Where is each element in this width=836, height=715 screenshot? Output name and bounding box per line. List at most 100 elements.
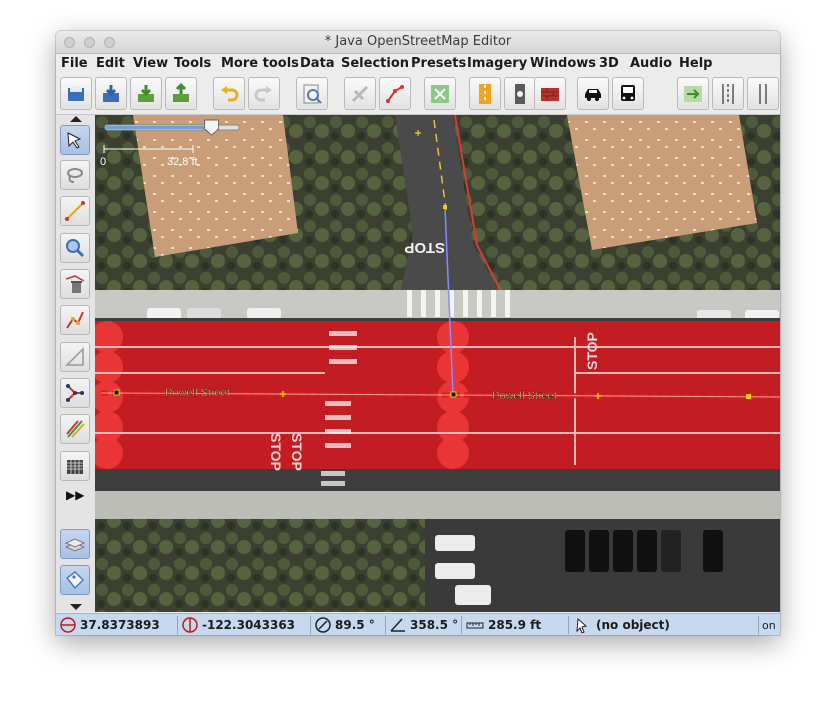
osm-node-intersection[interactable]	[450, 391, 457, 398]
distance-value: 285.9 ft	[488, 618, 542, 632]
menu-data[interactable]: Data	[300, 56, 335, 71]
menu-bar: File Edit View Tools More tools Data Sel…	[56, 54, 780, 74]
map-view[interactable]: STOP STOP STOP STOP Powell Street Powell…	[95, 115, 780, 612]
menu-imagery[interactable]: Imagery	[467, 56, 527, 71]
status-object: (no object)	[574, 616, 744, 634]
marking-stop-west-2: STOP	[289, 433, 305, 471]
heading-value: 89.5 °	[335, 618, 375, 632]
pointer-object-icon	[576, 617, 588, 633]
road-icon	[479, 83, 491, 104]
car-preset-button[interactable]	[577, 77, 609, 110]
status-divider	[177, 616, 178, 634]
download-data-button[interactable]	[95, 77, 127, 110]
menu-audio[interactable]: Audio	[630, 56, 672, 71]
scale-bar-start-label: 0	[100, 156, 106, 168]
node-graph-button[interactable]	[60, 378, 90, 408]
parallel-tool-button[interactable]	[60, 342, 90, 372]
split-way-button[interactable]	[677, 77, 709, 110]
satellite-button[interactable]	[344, 77, 376, 110]
open-file-button[interactable]	[60, 77, 92, 110]
menu-help[interactable]: Help	[679, 56, 712, 71]
node-graph-icon	[66, 384, 84, 402]
status-heading: 89.5 °	[315, 616, 385, 634]
status-divider	[758, 616, 759, 634]
menu-edit[interactable]: Edit	[96, 56, 125, 71]
color-line-button[interactable]	[60, 414, 90, 444]
improve-way-button[interactable]	[60, 305, 90, 335]
map-canvas[interactable]: STOP STOP STOP STOP Powell Street Powell…	[95, 115, 780, 612]
status-latitude: 37.8373893	[60, 616, 178, 634]
redo-icon	[254, 85, 272, 101]
building-west	[133, 115, 298, 257]
angle-icon	[390, 618, 405, 632]
buildings-tool-button[interactable]	[60, 451, 90, 481]
osm-node-east[interactable]	[746, 394, 751, 399]
menu-selection[interactable]: Selection	[341, 56, 409, 71]
fit-icon	[431, 84, 449, 103]
zoom-slider-fill	[106, 126, 212, 129]
tool-sidebar: ▶▶	[56, 115, 96, 612]
wireframe-button[interactable]	[379, 77, 411, 110]
parallel-icon	[65, 347, 84, 366]
window-title: * Java OpenStreetMap Editor	[324, 34, 512, 49]
tags-icon	[65, 571, 85, 590]
lasso-icon	[67, 168, 83, 183]
sidebar-more-arrows[interactable]: ▶▶	[66, 488, 84, 502]
parallel-lines-button[interactable]	[747, 77, 779, 110]
menu-more-tools[interactable]: More tools	[221, 56, 299, 71]
lasso-tool-button[interactable]	[60, 160, 90, 190]
marking-stop-side-street: STOP	[404, 239, 445, 256]
color-line-icon	[66, 420, 85, 438]
zoom-tool-icon	[66, 239, 85, 258]
select-tool-button[interactable]	[60, 125, 90, 155]
bus-preset-button[interactable]	[612, 77, 644, 110]
menu-view[interactable]: View	[133, 56, 168, 71]
ruler-icon	[466, 622, 484, 629]
angle-value: 358.5 °	[410, 618, 459, 632]
heading-icon	[315, 617, 331, 633]
improve-way-icon	[66, 311, 84, 329]
street-label-powell-east: Powell Street	[492, 390, 557, 402]
fit-view-button[interactable]	[424, 77, 456, 110]
latitude-icon	[60, 617, 76, 633]
layers-panel-button[interactable]	[60, 529, 90, 559]
zoom-tool-button[interactable]	[60, 233, 90, 263]
tags-panel-button[interactable]	[60, 565, 90, 595]
draw-tool-button[interactable]	[60, 196, 90, 226]
status-extra: on	[762, 618, 776, 632]
menu-file[interactable]: File	[61, 56, 88, 71]
sidebar-scroll-up[interactable]	[70, 116, 82, 122]
main-toolbar	[56, 74, 780, 115]
traffic-signal-preset-button[interactable]	[504, 77, 536, 110]
lanes-button[interactable]	[712, 77, 744, 110]
preferences-button[interactable]	[296, 77, 328, 110]
undo-button[interactable]	[213, 77, 245, 110]
menu-windows[interactable]: Windows	[530, 56, 596, 71]
bus-icon	[621, 84, 635, 101]
menu-presets[interactable]: Presets	[411, 56, 466, 71]
osm-node-west[interactable]	[113, 389, 120, 396]
lane-icon	[722, 83, 734, 104]
south-sidewalk	[95, 491, 780, 519]
upload-data-button[interactable]	[165, 77, 197, 110]
redo-button[interactable]	[248, 77, 280, 110]
object-value: (no object)	[596, 618, 670, 632]
menu-3d[interactable]: 3D	[599, 56, 619, 71]
menu-tools[interactable]: Tools	[174, 56, 211, 71]
download-green-button[interactable]	[130, 77, 162, 110]
longitude-icon	[182, 617, 198, 633]
traffic-signal-icon	[515, 83, 525, 104]
delete-tool-button[interactable]	[60, 269, 90, 299]
status-divider	[568, 616, 569, 634]
barrier-icon	[541, 87, 559, 101]
road-preset-button[interactable]	[469, 77, 501, 110]
undo-icon	[221, 85, 239, 101]
wireframe-icon	[386, 84, 404, 103]
draw-icon	[65, 201, 85, 221]
barrier-preset-button[interactable]	[534, 77, 566, 110]
status-divider	[461, 616, 462, 634]
sidebar-scroll-down[interactable]	[70, 604, 82, 610]
status-longitude: -122.3043363	[182, 616, 310, 634]
latitude-value: 37.8373893	[80, 618, 160, 632]
osm-node[interactable]	[443, 205, 447, 209]
